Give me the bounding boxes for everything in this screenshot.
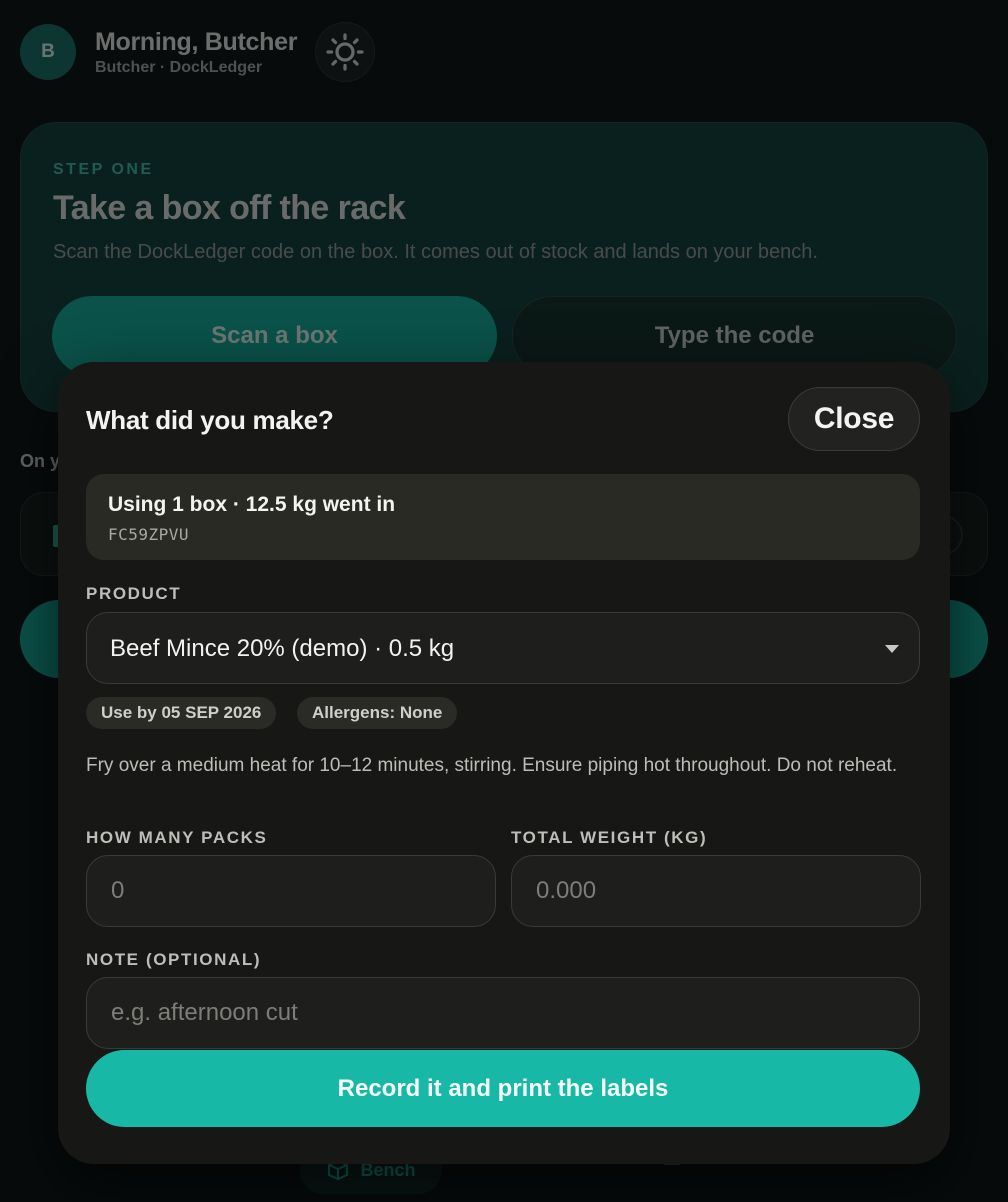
cooking-instructions: Fry over a medium heat for 10–12 minutes…	[86, 755, 898, 776]
note-input[interactable]	[86, 977, 920, 1049]
note-label: NOTE (OPTIONAL)	[86, 950, 262, 969]
allergens-badge: Allergens: None	[297, 697, 458, 729]
packs-label: HOW MANY PACKS	[86, 828, 268, 847]
product-label: PRODUCT	[86, 584, 182, 603]
record-print-button[interactable]: Record it and print the labels	[86, 1050, 920, 1127]
packs-input[interactable]	[86, 855, 496, 927]
summary-box-code: FC59ZPVU	[108, 525, 190, 544]
product-select[interactable]: Beef Mince 20% (demo) · 0.5 kg	[86, 612, 920, 684]
use-by-badge: Use by 05 SEP 2026	[86, 697, 277, 729]
weight-label: TOTAL WEIGHT (KG)	[511, 828, 708, 847]
chevron-down-icon	[885, 645, 899, 653]
app-page: B Morning, Butcher Butcher · DockLedger	[0, 0, 1008, 1202]
input-summary: Using 1 box · 12.5 kg went in FC59ZPVU	[86, 474, 920, 560]
product-select-value: Beef Mince 20% (demo) · 0.5 kg	[110, 635, 455, 662]
weight-input[interactable]	[511, 855, 921, 927]
modal-title: What did you make?	[86, 405, 334, 435]
production-modal: What did you make? Close Using 1 box · 1…	[58, 362, 950, 1164]
summary-main: Using 1 box · 12.5 kg went in	[108, 493, 396, 516]
close-button[interactable]: Close	[788, 387, 920, 451]
